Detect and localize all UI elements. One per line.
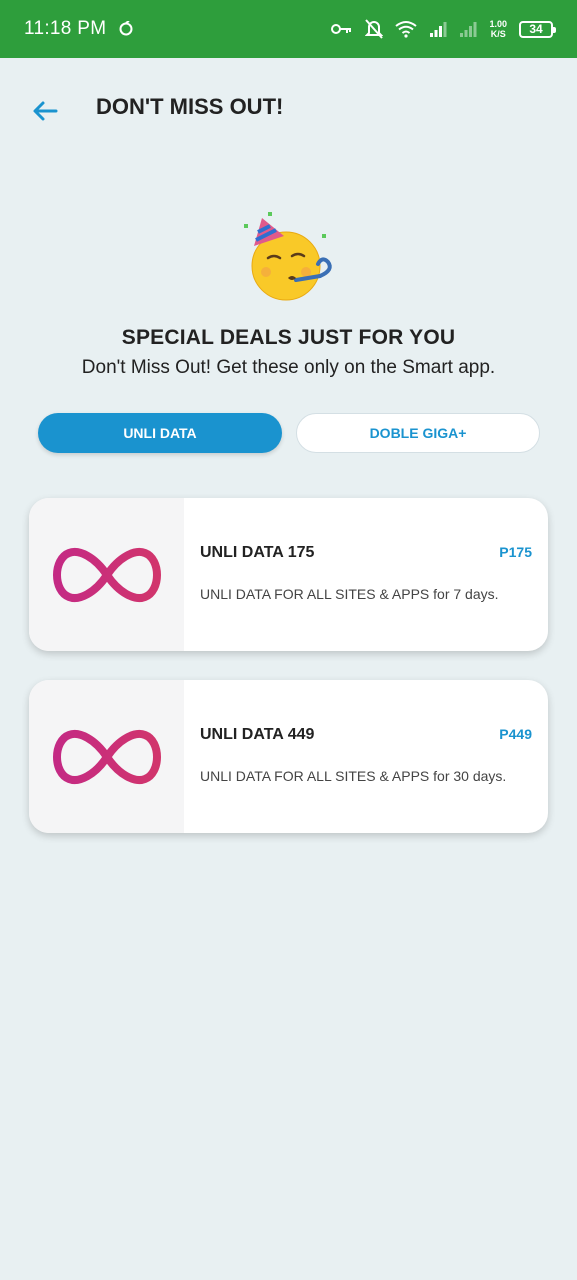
bell-off-icon [365, 19, 384, 39]
app-header: DON'T MISS OUT! [0, 58, 577, 162]
status-time: 11:18 PM [24, 18, 107, 39]
battery-icon: 34 [519, 20, 556, 38]
infinity-icon [52, 729, 161, 784]
offer-price: P175 [499, 544, 532, 560]
signal-2-icon [460, 22, 477, 37]
offer-price: P449 [499, 726, 532, 742]
offer-description: UNLI DATA FOR ALL SITES & APPS for 30 da… [200, 768, 507, 784]
back-arrow-icon [33, 101, 58, 121]
wifi-icon [395, 21, 418, 38]
data-saver-icon [119, 21, 133, 36]
network-speed-value: 1.00 [489, 19, 507, 29]
party-face-icon [244, 212, 332, 301]
tab-doble-giga[interactable]: DOBLE GIGA+ [296, 413, 540, 453]
page-title: DON'T MISS OUT! [96, 94, 284, 119]
signal-icon [430, 22, 447, 37]
hero-title: SPECIAL DEALS JUST FOR YOU [121, 326, 456, 349]
battery-level: 34 [529, 22, 543, 36]
infinity-icon [52, 547, 161, 602]
offer-description: UNLI DATA FOR ALL SITES & APPS for 7 day… [200, 586, 499, 602]
offer-name: UNLI DATA 175 [200, 544, 315, 561]
network-speed-unit: K/S [490, 29, 506, 39]
offer-thumbnail [29, 498, 184, 651]
offer-thumbnail [29, 680, 184, 833]
vpn-key-icon [331, 24, 352, 34]
hero-subtitle: Don't Miss Out! Get these only on the Sm… [81, 357, 496, 378]
offer-name: UNLI DATA 449 [200, 726, 315, 743]
back-button[interactable] [30, 96, 60, 126]
offer-card[interactable]: UNLI DATA 449 P449 UNLI DATA FOR ALL SIT… [29, 680, 548, 833]
category-tabs: UNLI DATA DOBLE GIGA+ [38, 413, 540, 453]
status-bar: 11:18 PM 1.00 K/S 34 [0, 0, 577, 58]
tab-unli-data[interactable]: UNLI DATA [38, 413, 282, 453]
offer-card[interactable]: UNLI DATA 175 P175 UNLI DATA FOR ALL SIT… [29, 498, 548, 651]
network-speed: 1.00 K/S [489, 19, 507, 39]
